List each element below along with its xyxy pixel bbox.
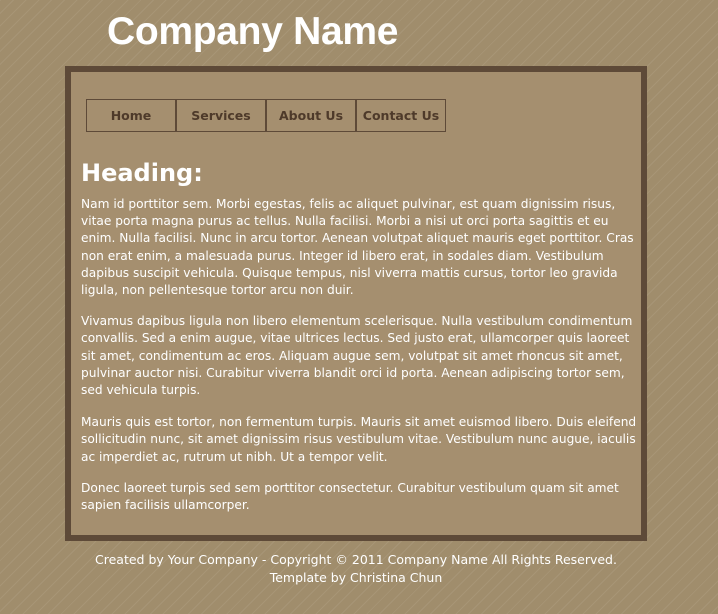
site-title: Company Name	[107, 10, 399, 53]
nav-item-about-us[interactable]: About Us	[266, 99, 356, 132]
content-text: Nam id porttitor sem. Morbi egestas, fel…	[81, 196, 637, 514]
paragraph-1: Nam id porttitor sem. Morbi egestas, fel…	[81, 197, 634, 298]
footer-copyright: Created by Your Company - Copyright © 20…	[95, 552, 617, 567]
nav-item-services[interactable]: Services	[176, 99, 266, 132]
paragraph-2: Vivamus dapibus ligula non libero elemen…	[81, 314, 633, 398]
nav-item-home[interactable]: Home	[86, 99, 176, 132]
footer-credit: Template by Christina Chun	[269, 570, 443, 585]
content-heading: Heading:	[81, 159, 203, 187]
main-nav: Home Services About Us Contact Us	[86, 99, 446, 132]
nav-item-contact-us[interactable]: Contact Us	[356, 99, 446, 132]
paragraph-3: Mauris quis est tortor, non fermentum tu…	[81, 415, 637, 464]
footer: Created by Your Company - Copyright © 20…	[0, 551, 712, 587]
content-box: Home Services About Us Contact Us Headin…	[65, 66, 647, 541]
paragraph-4: Donec laoreet turpis sed sem porttitor c…	[81, 480, 619, 513]
